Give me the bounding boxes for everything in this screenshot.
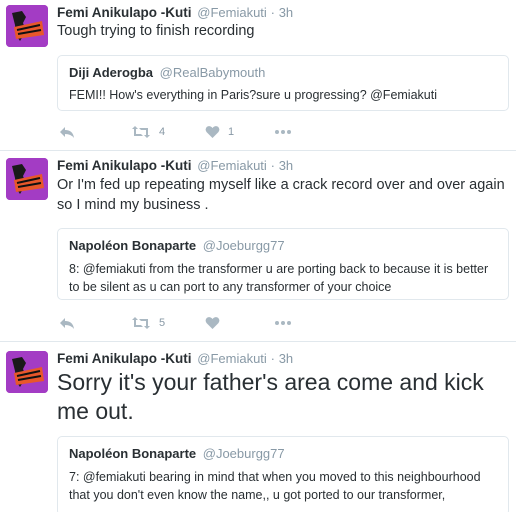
quoted-author-name: Diji Aderogba: [69, 65, 154, 80]
quoted-header: Napoléon Bonaparte @Joeburgg77: [69, 238, 285, 253]
author-handle[interactable]: @Femiakuti: [197, 158, 267, 173]
avatar[interactable]: [6, 351, 48, 393]
reply-icon: [60, 318, 74, 329]
avatar[interactable]: [6, 5, 48, 47]
retweet-button[interactable]: 4: [131, 124, 165, 140]
quoted-tweet[interactable]: Napoléon Bonaparte @Joeburgg77 8: @femia…: [57, 228, 509, 300]
retweet-count: 5: [159, 317, 166, 329]
heart-icon: [205, 317, 220, 329]
tweet-actions: 4 1: [57, 124, 357, 140]
retweet-icon: [132, 317, 150, 329]
tweet-2[interactable]: Femi Anikulapo -Kuti @Femiakuti · 3h Or …: [0, 152, 516, 342]
quoted-tweet[interactable]: Napoléon Bonaparte @Joeburgg77 7: @femia…: [57, 436, 509, 512]
avatar[interactable]: [6, 158, 48, 200]
tweet-text: Or I'm fed up repeating myself like a cr…: [57, 177, 505, 213]
quoted-author-handle: @Joeburgg77: [202, 238, 285, 253]
quoted-text: 8: @femiakuti from the transformer u are…: [69, 262, 489, 294]
timestamp[interactable]: 3h: [279, 351, 293, 366]
reply-button[interactable]: [59, 124, 75, 140]
retweet-icon: [132, 126, 150, 138]
heart-icon: [205, 126, 220, 138]
quoted-header: Napoléon Bonaparte @Joeburgg77: [69, 446, 285, 461]
author-name[interactable]: Femi Anikulapo -Kuti: [57, 351, 192, 366]
more-icon: [275, 130, 291, 134]
separator-dot: ·: [270, 158, 275, 173]
author-handle[interactable]: @Femiakuti: [197, 5, 267, 20]
quoted-author-handle: @RealBabymouth: [159, 65, 266, 80]
quoted-author-name: Napoléon Bonaparte: [69, 446, 197, 461]
author-name[interactable]: Femi Anikulapo -Kuti: [57, 5, 192, 20]
author-name[interactable]: Femi Anikulapo -Kuti: [57, 158, 192, 173]
tweet-header: Femi Anikulapo -Kuti @Femiakuti · 3h: [57, 158, 293, 173]
like-button[interactable]: [205, 315, 228, 331]
quoted-text: 7: @femiakuti bearing in mind that when …: [69, 470, 481, 502]
tweet-actions: 5: [57, 315, 357, 331]
more-button[interactable]: [275, 315, 291, 331]
timestamp[interactable]: 3h: [279, 5, 293, 20]
retweet-count: 4: [159, 126, 166, 138]
more-button[interactable]: [275, 124, 291, 140]
more-icon: [275, 321, 291, 325]
avatar-image: [6, 5, 48, 47]
quoted-author-name: Napoléon Bonaparte: [69, 238, 197, 253]
tweet-header: Femi Anikulapo -Kuti @Femiakuti · 3h: [57, 351, 293, 366]
like-count: 1: [228, 126, 235, 138]
retweet-button[interactable]: 5: [131, 315, 165, 331]
quoted-author-handle: @Joeburgg77: [202, 446, 285, 461]
quoted-text: FEMI!! How's everything in Paris?sure u …: [69, 88, 437, 102]
tweet-1[interactable]: Femi Anikulapo -Kuti @Femiakuti · 3h Tou…: [0, 0, 516, 151]
timestamp[interactable]: 3h: [279, 158, 293, 173]
avatar-image: [6, 158, 48, 200]
tweet-text: Tough trying to finish recording: [57, 23, 255, 39]
quoted-header: Diji Aderogba @RealBabymouth: [69, 65, 265, 80]
like-button[interactable]: 1: [205, 124, 234, 140]
reply-icon: [60, 127, 74, 138]
tweet-text: Sorry it's your father's area come and k…: [57, 369, 484, 424]
author-handle[interactable]: @Femiakuti: [197, 351, 267, 366]
quoted-tweet[interactable]: Diji Aderogba @RealBabymouth FEMI!! How'…: [57, 55, 509, 111]
tweet-header: Femi Anikulapo -Kuti @Femiakuti · 3h: [57, 5, 293, 20]
separator-dot: ·: [270, 351, 275, 366]
avatar-image: [6, 351, 48, 393]
tweet-3[interactable]: Femi Anikulapo -Kuti @Femiakuti · 3h Sor…: [0, 343, 516, 512]
reply-button[interactable]: [59, 315, 75, 331]
separator-dot: ·: [270, 5, 275, 20]
